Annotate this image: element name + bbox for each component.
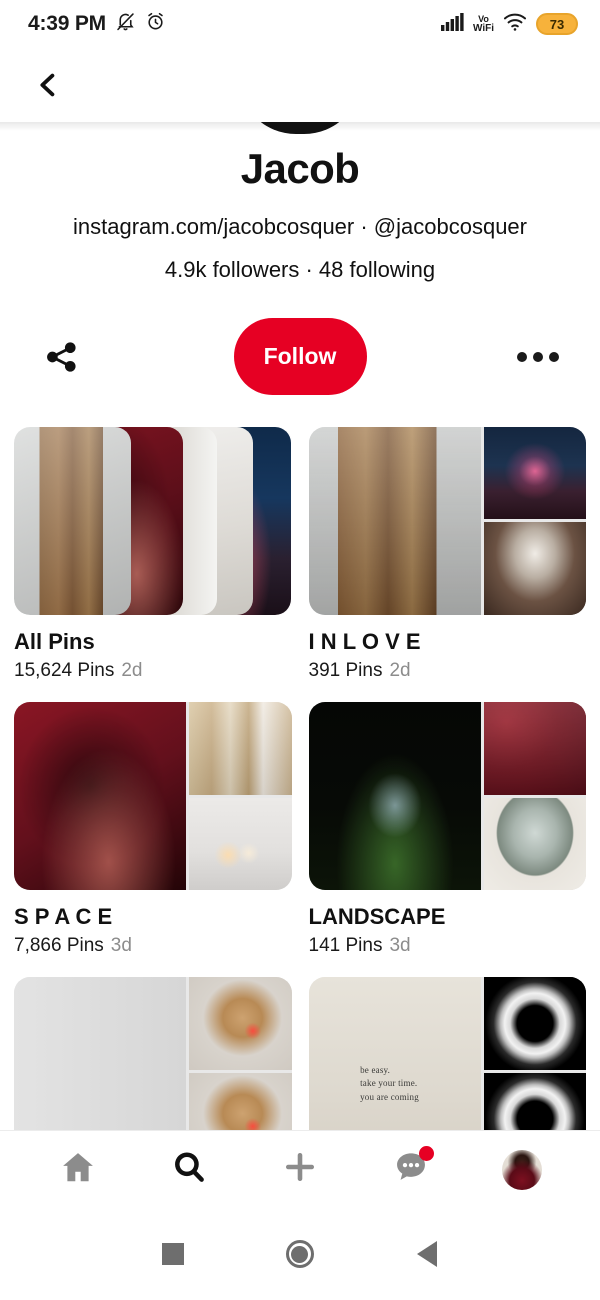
board-image: [483, 426, 586, 520]
cellular-signal-icon: [440, 12, 464, 36]
board-image-column: [189, 702, 292, 891]
alarm-clock-icon: [145, 11, 166, 37]
home-icon: [59, 1148, 97, 1191]
board-image: [483, 797, 586, 891]
nav-item-messages[interactable]: [380, 1139, 442, 1201]
boards-grid: All Pins 15,624 Pins 2d I N L O V E 391 …: [0, 426, 600, 1166]
board-meta: 15,624 Pins 2d: [14, 660, 292, 682]
board-image-caption: be easy. take your time. you are coming: [360, 1064, 419, 1102]
board-thumbnail[interactable]: [308, 702, 586, 891]
profile-stats[interactable]: 4.9k followers · 48 following: [18, 257, 582, 283]
avatar-icon: [502, 1149, 543, 1190]
board-age: 2d: [121, 660, 143, 682]
board-thumbnail[interactable]: [14, 702, 292, 891]
more-horizontal-icon[interactable]: [512, 331, 564, 383]
board-thumbnail[interactable]: [308, 426, 586, 615]
back-button[interactable]: [26, 63, 70, 107]
board-image: [483, 702, 586, 795]
profile-header: Jacob instagram.com/jacobcosquer · @jaco…: [0, 122, 600, 283]
board-image-column: [483, 702, 586, 891]
status-time: 4:39 PM: [28, 12, 106, 35]
follow-button[interactable]: Follow: [233, 318, 367, 396]
board-pin-count: 391 Pins: [308, 660, 383, 682]
board-image-collage: [308, 426, 586, 615]
board-age: 2d: [389, 660, 411, 682]
bell-muted-icon: [115, 11, 136, 37]
profile-link[interactable]: instagram.com/jacobcosquer · @jacobcosqu…: [18, 213, 582, 241]
board-image: [189, 797, 292, 891]
board-title: S P A C E: [14, 904, 113, 930]
board-meta: 141 Pins 3d: [309, 935, 587, 957]
nav-item-create[interactable]: [269, 1139, 331, 1201]
back-system-button[interactable]: [400, 1227, 454, 1281]
board-card[interactable]: S P A C E 7,866 Pins 3d: [14, 702, 292, 957]
share-icon[interactable]: [36, 331, 88, 383]
board-image: [14, 426, 131, 615]
board-image-deck: [14, 426, 292, 615]
board-meta: 391 Pins 2d: [309, 660, 587, 682]
status-bar-left: 4:39 PM: [28, 11, 166, 37]
board-image: [189, 702, 292, 795]
board-image: [483, 977, 586, 1070]
status-bar: 4:39 PM Vo WiFi 73: [0, 0, 600, 48]
notification-badge: [419, 1145, 435, 1161]
wifi-icon: [503, 12, 527, 36]
vowifi-line-2: WiFi: [472, 22, 494, 34]
board-age: 3d: [110, 935, 132, 957]
board-pin-count: 15,624 Pins: [14, 660, 115, 682]
board-image: [483, 522, 586, 615]
board-pin-count: 7,866 Pins: [14, 935, 104, 957]
square-recents-icon: [162, 1243, 185, 1265]
circle-home-icon: [285, 1240, 314, 1268]
profile-name: Jacob: [240, 145, 360, 192]
board-image-collage: [14, 702, 292, 891]
recents-button[interactable]: [146, 1227, 200, 1281]
board-title: I N L O V E: [308, 628, 421, 654]
board-age: 3d: [389, 935, 411, 957]
board-card[interactable]: LANDSCAPE 141 Pins 3d: [308, 702, 587, 957]
board-image: [308, 702, 481, 891]
board-card[interactable]: All Pins 15,624 Pins 2d: [14, 426, 292, 682]
android-system-nav: [0, 1208, 600, 1300]
board-title: All Pins: [14, 628, 95, 654]
profile-actions: Follow: [0, 309, 600, 405]
board-thumbnail[interactable]: [14, 426, 292, 615]
board-image: [189, 977, 292, 1070]
triangle-back-icon: [416, 1241, 437, 1267]
profile-scroll-area[interactable]: Jacob instagram.com/jacobcosquer · @jaco…: [0, 76, 600, 1300]
board-card[interactable]: I N L O V E 391 Pins 2d: [308, 426, 587, 682]
board-image-column: [483, 426, 586, 615]
vowifi-indicator: Vo WiFi: [472, 15, 494, 34]
nav-item-home[interactable]: [47, 1139, 109, 1201]
phone-screen: 4:39 PM Vo WiFi 73 Jacob instagram.com/j…: [0, 0, 600, 1300]
board-image-collage: [308, 702, 586, 891]
board-meta: 7,866 Pins 3d: [14, 935, 292, 957]
app-bar: [0, 48, 600, 131]
plus-icon: [281, 1148, 319, 1191]
board-image: [308, 426, 481, 615]
nav-item-profile[interactable]: [491, 1139, 553, 1201]
home-button[interactable]: [273, 1227, 327, 1281]
search-icon: [171, 1149, 207, 1190]
board-pin-count: 141 Pins: [308, 935, 383, 957]
nav-item-search[interactable]: [158, 1139, 220, 1201]
bottom-navigation-bar: [0, 1130, 600, 1208]
battery-indicator: 73: [536, 13, 578, 35]
status-bar-right: Vo WiFi 73: [440, 12, 578, 36]
board-title: LANDSCAPE: [308, 904, 446, 930]
board-image: [14, 702, 187, 891]
